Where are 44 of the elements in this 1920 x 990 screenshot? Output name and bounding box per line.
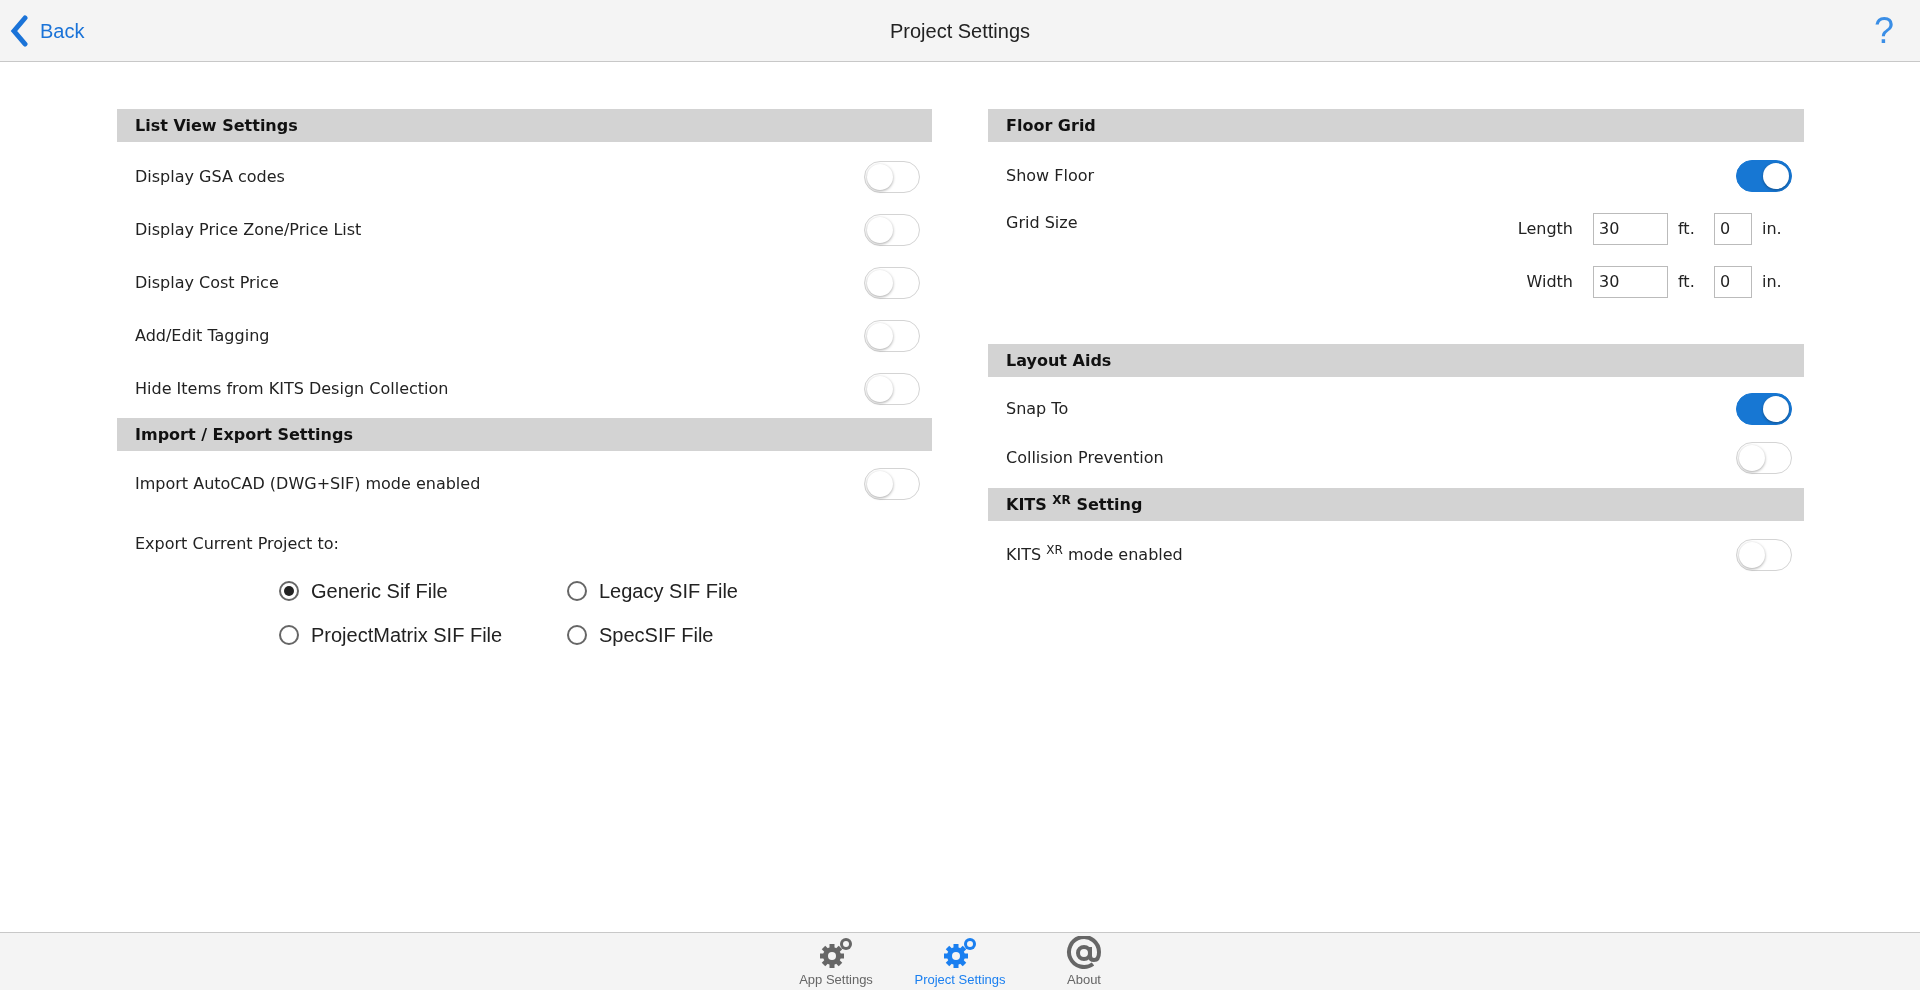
setting-label: KITS $^{XR}$ mode enabled (1006, 543, 1183, 566)
section-header: Layout Aids (988, 344, 1804, 377)
setting-label: Display GSA codes (135, 165, 285, 188)
toggle-switch[interactable] (1736, 159, 1792, 192)
feet-field[interactable]: 30 (1593, 265, 1668, 298)
inches-field[interactable]: 0 (1714, 265, 1752, 298)
setting-label: Collision Prevention (1006, 446, 1164, 469)
bottom-tab[interactable]: App Settings (774, 933, 898, 990)
section-header: Import / Export Settings (117, 418, 932, 451)
setting-label: Show Floor (1006, 164, 1095, 187)
radio-button[interactable] (567, 581, 587, 601)
dimension-label: Width (1525, 270, 1574, 293)
section-header: List View Settings (117, 109, 932, 142)
export-label: Export Current Project to: (134, 533, 340, 555)
unit-label: in. (1761, 270, 1783, 293)
unit-label: ft. (1677, 270, 1696, 293)
setting-label: Add/Edit Tagging (135, 324, 270, 347)
radio-option[interactable]: Generic Sif File (279, 576, 448, 606)
setting-label: Snap To (1006, 397, 1069, 420)
page-title: Project Settings (889, 18, 1031, 44)
setting-label: Display Cost Price (135, 271, 279, 294)
radio-button[interactable] (567, 625, 587, 645)
section-header: KITS $^{XR}$ Setting (988, 488, 1804, 521)
setting-label: Display Price Zone/Price List (135, 218, 362, 241)
grid-size-label: Grid Size (1006, 212, 1079, 234)
setting-label: Hide Items from KITS Design Collection (135, 377, 449, 400)
bottom-tab[interactable]: About (1022, 933, 1146, 990)
radio-button[interactable] (279, 625, 299, 645)
back-button[interactable]: Back (10, 14, 210, 47)
section-header: Floor Grid (988, 109, 1804, 142)
radio-button[interactable] (279, 581, 299, 601)
chevron-left-icon (10, 14, 28, 47)
radio-option[interactable]: SpecSIF File (567, 620, 714, 650)
radio-option[interactable]: ProjectMatrix SIF File (279, 620, 503, 650)
at-sign-icon (1066, 935, 1102, 970)
inches-field[interactable]: 0 (1714, 212, 1752, 245)
unit-label: ft. (1677, 217, 1696, 240)
bottom-tab[interactable]: Project Settings (898, 933, 1022, 990)
toggle-switch[interactable] (1736, 392, 1792, 425)
feet-field[interactable]: 30 (1593, 212, 1668, 245)
unit-label: in. (1761, 217, 1783, 240)
radio-option[interactable]: Legacy SIF File (567, 576, 738, 606)
setting-label: Import AutoCAD (DWG+SIF) mode enabled (135, 472, 481, 495)
dimension-label: Length (1516, 217, 1574, 240)
